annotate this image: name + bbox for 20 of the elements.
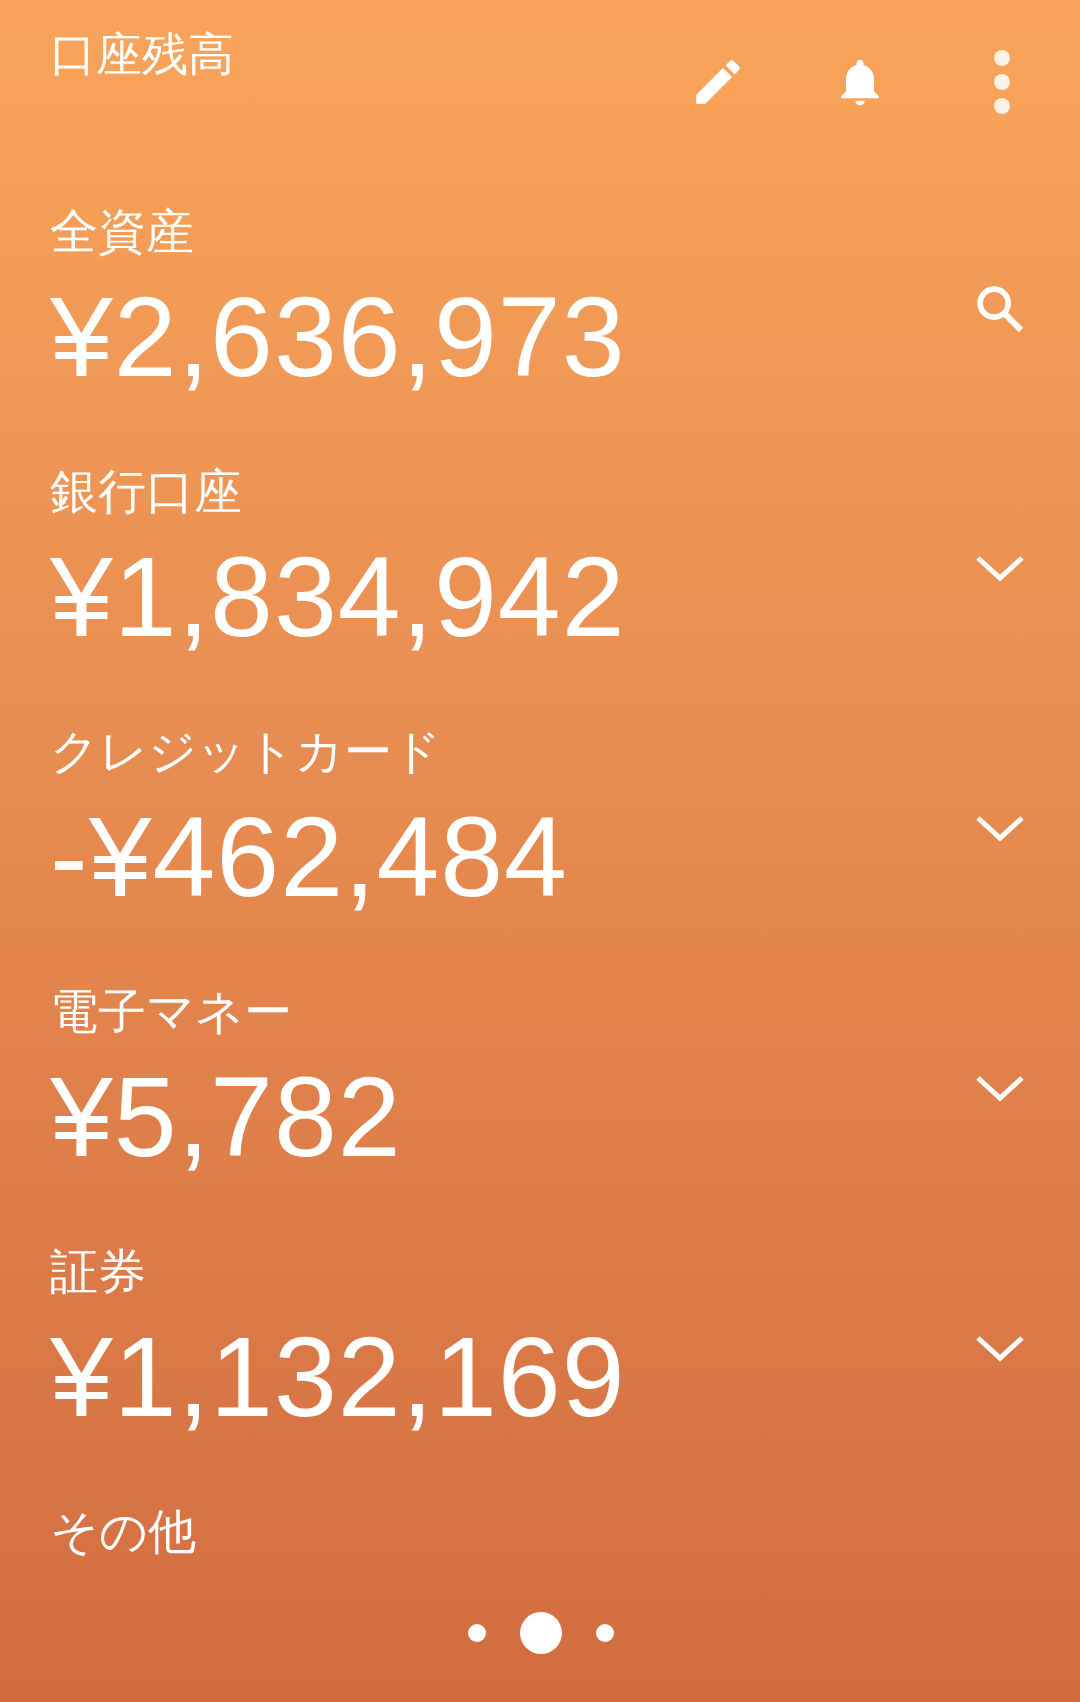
balance-amount: ¥5,782 [50, 1053, 403, 1182]
chevron-down-icon [975, 814, 1025, 844]
account-category-label: 電子マネー [50, 984, 293, 1040]
chevron-down-icon [975, 554, 1025, 584]
balance-amount: ¥1,834,942 [50, 533, 627, 662]
page-indicator-dot[interactable] [520, 1612, 562, 1654]
account-category-label: 証券 [50, 1244, 147, 1300]
balance-amount: ¥1,132,169 [50, 1313, 627, 1442]
balance-amount: ¥2,636,973 [50, 273, 627, 402]
page-indicator-dot[interactable] [468, 1624, 486, 1642]
account-category-label: その他 [50, 1504, 197, 1560]
screen-title: 口座残高 [50, 27, 235, 82]
page-indicator-dot[interactable] [596, 1624, 614, 1642]
account-category-label: 全資産 [50, 204, 195, 260]
chevron-down-icon [975, 1334, 1025, 1364]
account-category-label: 銀行口座 [50, 464, 243, 520]
more-vertical-icon [992, 49, 1012, 115]
chevron-down-icon [975, 1074, 1025, 1104]
account-category-label: クレジットカード [50, 724, 442, 780]
balance-amount: -¥462,484 [50, 793, 569, 922]
